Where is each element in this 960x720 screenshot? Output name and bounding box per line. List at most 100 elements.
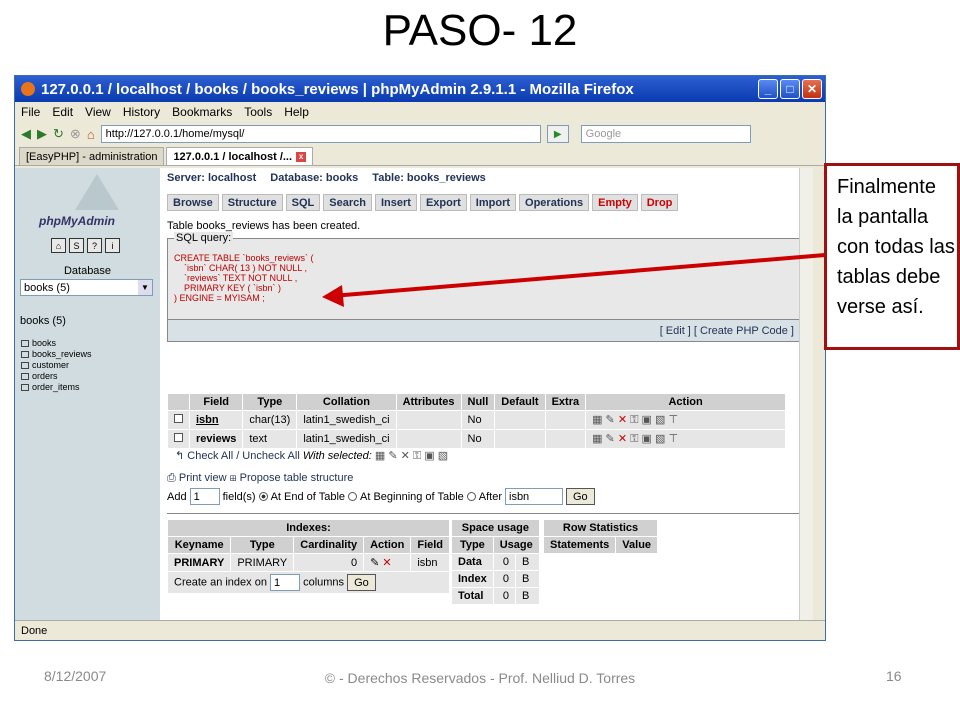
col-header: Null xyxy=(460,393,496,411)
go-button[interactable]: Go xyxy=(566,488,595,505)
table-icon xyxy=(21,351,29,358)
docs-icon[interactable]: i xyxy=(105,238,120,253)
row-stats-table: Row Statistics Statements Value xyxy=(542,519,659,554)
go-button[interactable]: ▶ xyxy=(546,125,569,143)
table-link[interactable]: books xyxy=(32,338,56,349)
create-index-label: Create an index on xyxy=(174,576,267,589)
reload-icon[interactable]: ↻ xyxy=(53,126,64,142)
tab-close-icon[interactable]: x xyxy=(296,151,307,162)
space-header: Usage xyxy=(492,536,540,554)
columns-label: columns xyxy=(303,576,345,589)
row-actions[interactable]: ▦ ✎ ✕ ⚿ ▣ ▧ ⊤ xyxy=(585,410,787,430)
index-columns-input[interactable]: 1 xyxy=(270,574,301,591)
table-link[interactable]: orders xyxy=(32,371,58,382)
menu-bookmarks[interactable]: Bookmarks xyxy=(172,105,232,119)
tab-phpmyadmin[interactable]: 127.0.0.1 / localhost /... x xyxy=(166,147,314,165)
back-icon[interactable]: ◀ xyxy=(21,126,31,142)
db-heading[interactable]: books (5) xyxy=(20,315,66,327)
after-select-value: isbn xyxy=(509,490,530,503)
print-view-link[interactable]: Print view xyxy=(179,472,227,484)
tab-label: 127.0.0.1 / localhost /... xyxy=(173,150,293,163)
tab-export[interactable]: Export xyxy=(419,194,467,211)
after-select[interactable]: isbn xyxy=(505,488,563,505)
firefox-icon xyxy=(21,82,35,96)
idx-type: PRIMARY xyxy=(230,553,295,572)
menu-tools[interactable]: Tools xyxy=(244,105,272,119)
close-button[interactable]: ✕ xyxy=(802,79,822,99)
nav-toolbar: ◀ ▶ ↻ ⊗ ⌂ http://127.0.0.1/home/mysql/ ▶… xyxy=(15,122,825,146)
breadcrumb-database[interactable]: Database: books xyxy=(270,172,358,184)
tab-easyphp[interactable]: [EasyPHP] - administration xyxy=(19,147,165,165)
tab-strip: [EasyPHP] - administration 127.0.0.1 / l… xyxy=(15,146,825,166)
menu-history[interactable]: History xyxy=(123,105,160,119)
breadcrumb-table[interactable]: Table: books_reviews xyxy=(372,172,486,184)
row-checkbox[interactable] xyxy=(174,414,183,423)
query-icon[interactable]: ? xyxy=(87,238,102,253)
tab-import[interactable]: Import xyxy=(469,194,517,211)
tab-insert[interactable]: Insert xyxy=(374,194,417,211)
tab-sql[interactable]: SQL xyxy=(285,194,321,211)
row-actions[interactable]: ▦ ✎ ✕ ⚿ ▣ ▧ ⊤ xyxy=(585,429,787,449)
radio-after[interactable] xyxy=(466,492,476,501)
menu-edit[interactable]: Edit xyxy=(52,105,73,119)
menu-help[interactable]: Help xyxy=(284,105,309,119)
rowstats-title: Row Statistics xyxy=(542,519,659,537)
table-link[interactable]: books_reviews xyxy=(32,349,92,360)
search-input[interactable]: Google xyxy=(580,125,751,143)
sql-code: CREATE TABLE `books_reviews` ( `isbn` CH… xyxy=(174,253,314,303)
row-checkbox[interactable] xyxy=(174,433,183,442)
vertical-scrollbar[interactable] xyxy=(799,168,813,620)
check-all-link[interactable]: Check All / Uncheck All xyxy=(187,450,300,462)
tab-browse[interactable]: Browse xyxy=(167,194,219,211)
minimize-button[interactable]: _ xyxy=(758,79,778,99)
tab-empty[interactable]: Empty xyxy=(592,194,638,211)
tab-structure[interactable]: Structure xyxy=(221,194,283,211)
breadcrumb-server[interactable]: Server: localhost xyxy=(167,172,256,184)
fields-label: field(s) xyxy=(222,490,256,503)
slide-title: PASO- 12 xyxy=(382,6,578,55)
space-unit: B xyxy=(515,570,540,588)
radio-begin[interactable] xyxy=(348,492,357,501)
table-row: Data 0 B xyxy=(451,553,540,571)
idx-keyname: PRIMARY xyxy=(166,553,232,572)
add-count-value: 1 xyxy=(193,490,200,503)
col-header: Collation xyxy=(296,393,397,411)
space-type: Index xyxy=(451,570,494,588)
tab-label: [EasyPHP] - administration xyxy=(26,150,158,163)
sql-icon[interactable]: S xyxy=(69,238,84,253)
field-type: text xyxy=(242,429,298,449)
table-link[interactable]: customer xyxy=(32,360,69,371)
field-null: No xyxy=(460,429,496,449)
rowstats-header: Value xyxy=(615,536,659,554)
field-default xyxy=(494,429,546,449)
sql-links[interactable]: [ Edit ] [ Create PHP Code ] xyxy=(168,319,800,341)
menu-file[interactable]: File xyxy=(21,105,40,119)
home-icon[interactable]: ⌂ xyxy=(51,238,66,253)
radio-end[interactable] xyxy=(258,492,268,501)
radio-after-label: After xyxy=(478,490,502,503)
footer-credit: © - Derechos Reservados - Prof. Nelliud … xyxy=(324,670,636,686)
add-count-input[interactable]: 1 xyxy=(189,488,220,505)
stop-icon[interactable]: ⊗ xyxy=(70,126,81,142)
url-bar[interactable]: http://127.0.0.1/home/mysql/ xyxy=(100,125,541,143)
tab-drop[interactable]: Drop xyxy=(640,194,679,211)
propose-link[interactable]: Propose table structure xyxy=(240,472,354,484)
tab-search[interactable]: Search xyxy=(323,194,372,211)
index-go-button[interactable]: Go xyxy=(347,574,376,591)
table-link[interactable]: order_items xyxy=(32,382,80,393)
check-all-row: ↰ Check All / Uncheck All With selected:… xyxy=(175,450,449,462)
sql-line: CREATE TABLE `books_reviews` ( xyxy=(174,253,314,263)
chevron-down-icon[interactable]: ▼ xyxy=(138,280,152,295)
idx-header: Keyname xyxy=(166,536,232,554)
forward-icon[interactable]: ▶ xyxy=(37,126,47,142)
bulk-actions[interactable]: ▦ ✎ ✕ ⚿ ▣ ▧ xyxy=(375,450,448,462)
tab-operations[interactable]: Operations xyxy=(519,194,590,211)
status-bar: Done xyxy=(15,620,825,640)
menu-view[interactable]: View xyxy=(85,105,111,119)
idx-actions[interactable]: ✎ ✕ xyxy=(363,553,412,572)
database-select[interactable]: books (5) ▼ xyxy=(20,279,153,296)
maximize-button[interactable]: □ xyxy=(780,79,800,99)
home-icon[interactable]: ⌂ xyxy=(87,127,95,142)
table-row: isbn char(13) latin1_swedish_ci No ▦ ✎ ✕… xyxy=(167,410,787,430)
footer-page: 16 xyxy=(886,668,902,684)
